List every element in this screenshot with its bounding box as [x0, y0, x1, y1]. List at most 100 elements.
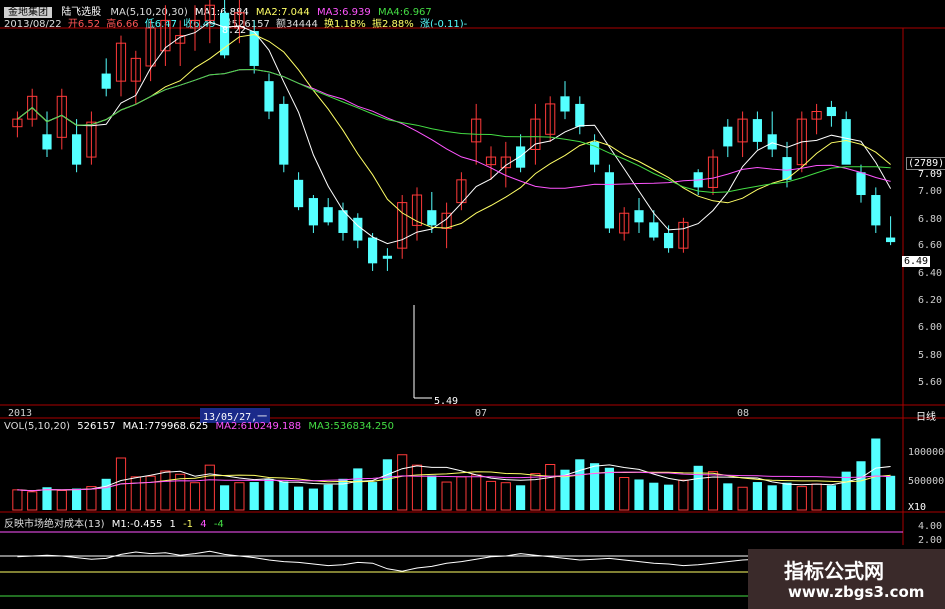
- volume-bar-down: [264, 478, 274, 510]
- price-tick-7: 5.80: [918, 350, 943, 361]
- volume-bar-down: [427, 475, 437, 510]
- volume-bar-up: [145, 475, 156, 511]
- volume-bar-up: [500, 482, 511, 511]
- volume-bar-down: [767, 485, 777, 510]
- volume-bar-up: [811, 483, 822, 511]
- candle-body-down: [856, 172, 866, 196]
- volume-bar-down: [72, 488, 82, 510]
- price-tick-0: 7.09: [918, 169, 943, 180]
- candle-body-down: [560, 96, 570, 112]
- volume-bar-down: [308, 488, 318, 510]
- price-tick-8: 5.60: [918, 377, 943, 388]
- volume-bar-up: [678, 479, 689, 511]
- candle-body-down: [101, 73, 111, 89]
- volume-bar-up: [545, 464, 556, 511]
- candle-body-down: [826, 106, 836, 117]
- volume-bar-up: [86, 486, 97, 511]
- time-axis-07: 07: [475, 408, 488, 419]
- price-tick-1: 7.00: [918, 186, 943, 197]
- candle-body-down: [604, 172, 614, 229]
- candle-body-down: [841, 119, 851, 165]
- volume-bar-up: [411, 464, 423, 511]
- candle-body-down: [767, 134, 777, 150]
- volume-ma1: MA1:779968.625: [122, 421, 209, 432]
- indicator-tick-0: 4.00: [918, 521, 943, 532]
- volume-bar-down: [604, 467, 614, 510]
- volume-bar-up: [204, 464, 215, 511]
- volume-bar-up: [27, 491, 38, 511]
- candle-body-down: [886, 237, 896, 243]
- volume-bar-up: [471, 474, 482, 511]
- period-label[interactable]: 日线: [916, 408, 936, 423]
- volume-ma2: MA2:610249.188: [215, 421, 302, 432]
- candles-layer: [12, 0, 896, 399]
- candle-body-down: [264, 81, 274, 112]
- candle-body-down: [308, 198, 318, 226]
- time-axis-08: 08: [737, 408, 750, 419]
- volume-bar-down: [693, 465, 703, 510]
- candle-body-down: [279, 103, 289, 165]
- volume-tick-1: 500000: [908, 476, 945, 487]
- indicator-title: 反映市场绝对成本(13): [4, 519, 105, 530]
- watermark-title: 指标公式网: [784, 559, 884, 583]
- current-price-tag: 6.49: [902, 256, 931, 267]
- price-tick-3: 6.60: [918, 240, 943, 251]
- price-tick-2: 6.80: [918, 214, 943, 225]
- volume-bar-up: [397, 454, 408, 511]
- high-annotation: 8.22: [222, 25, 247, 36]
- volume-bar-down: [516, 485, 526, 510]
- volume-bar-down: [323, 484, 333, 510]
- volume-bar-up: [160, 470, 171, 511]
- volume-value: 526157: [77, 421, 116, 432]
- indicator-m1: M1:-0.455: [111, 519, 163, 530]
- candle-body-down: [575, 103, 585, 127]
- volume-bar-down: [634, 479, 644, 510]
- candle-body-down: [72, 134, 82, 165]
- indicator-a: 1: [169, 519, 176, 530]
- indicator-header: 反映市场绝对成本(13) M1:-0.455 1 -1 4 -4: [4, 515, 224, 530]
- volume-bar-down: [649, 482, 659, 510]
- volume-bar-up: [737, 486, 748, 511]
- indicator-b: -1: [183, 519, 194, 530]
- volume-bar-down: [826, 485, 836, 510]
- candle-body-down: [382, 255, 392, 259]
- indicator-d: -4: [213, 519, 224, 530]
- volume-bar-down: [101, 478, 111, 510]
- candle-body-down: [871, 195, 881, 226]
- candle-body-down: [634, 210, 644, 223]
- volume-bar-down: [782, 482, 792, 510]
- volume-unit: X10: [908, 502, 927, 513]
- volume-bar-down: [856, 461, 866, 510]
- volume-bar-down: [294, 486, 304, 510]
- price-tick-6: 6.00: [918, 322, 943, 333]
- time-axis-start: 2013: [8, 408, 33, 419]
- volume-bar-up: [619, 477, 630, 511]
- indicator-tick-1: 2.00: [918, 535, 943, 546]
- volume-bar-up: [234, 482, 245, 511]
- volume-bar-up: [796, 486, 807, 511]
- volume-bar-down: [575, 459, 585, 510]
- volume-bar-down: [382, 459, 392, 510]
- volume-ma3: MA3:536834.250: [308, 421, 394, 432]
- volume-bar-down: [752, 482, 762, 510]
- volume-def: VOL(5,10,20): [4, 421, 71, 432]
- volume-bar-up: [485, 480, 497, 511]
- volume-layer: [12, 438, 896, 511]
- volume-bar-up: [189, 482, 201, 511]
- chart-frame: [0, 27, 945, 545]
- candle-body-down: [427, 210, 437, 226]
- volume-bar-down: [723, 483, 733, 510]
- volume-bar-down: [279, 481, 289, 510]
- volume-bar-down: [590, 463, 600, 510]
- candle-body-down: [752, 119, 762, 142]
- volume-bar-down: [220, 485, 230, 510]
- volume-bar-down: [249, 482, 259, 510]
- price-tick-5: 6.20: [918, 295, 943, 306]
- volume-bar-down: [368, 482, 378, 510]
- volume-tick-0: 1000000: [908, 447, 945, 458]
- volume-bar-up: [441, 481, 452, 511]
- candle-body-down: [649, 222, 659, 238]
- watermark-url: www.zbgs3.com: [788, 583, 925, 601]
- candle-body-down: [294, 179, 304, 208]
- volume-bar-up: [456, 476, 467, 511]
